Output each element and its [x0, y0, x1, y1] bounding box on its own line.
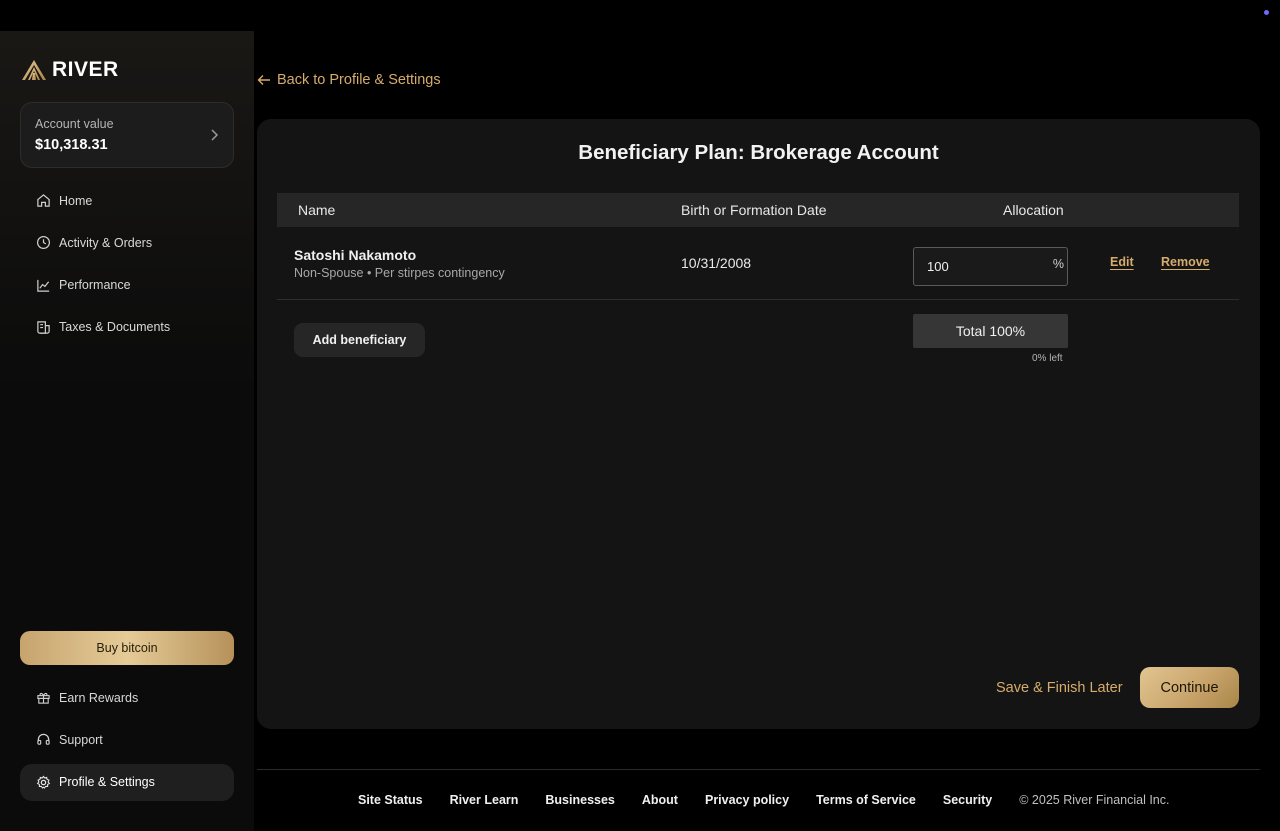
nav-item-performance[interactable]: Performance — [20, 267, 234, 304]
beneficiary-details: Non-Spouse • Per stirpes contingency — [294, 266, 505, 280]
chevron-right-icon — [211, 129, 219, 141]
column-header-allocation: Allocation — [1003, 202, 1064, 218]
page-title: Beneficiary Plan: Brokerage Account — [578, 141, 939, 164]
column-header-name: Name — [298, 202, 336, 218]
nav-item-activity[interactable]: Activity & Orders — [20, 224, 234, 261]
footer: Site Status River Learn Businesses About… — [358, 793, 1170, 807]
sidebar: RIVER Account value $10,318.31 Home Acti… — [0, 31, 254, 831]
table-header: Name Birth or Formation Date Allocation — [277, 193, 1239, 227]
buy-bitcoin-button[interactable]: Buy bitcoin — [20, 631, 234, 665]
nav-item-label: Earn Rewards — [59, 690, 139, 705]
add-beneficiary-button[interactable]: Add beneficiary — [294, 323, 425, 357]
continue-button[interactable]: Continue — [1140, 667, 1239, 708]
footer-divider — [257, 769, 1260, 770]
home-icon — [35, 193, 51, 209]
beneficiary-name: Satoshi Nakamoto — [294, 247, 417, 263]
nav-item-label: Activity & Orders — [59, 235, 153, 250]
nav-item-earn-rewards[interactable]: Earn Rewards — [20, 679, 234, 716]
main-nav: Home Activity & Orders Performance Taxes… — [20, 182, 234, 351]
account-value-label: Account value — [35, 117, 114, 131]
clock-icon — [35, 235, 51, 251]
back-link-label: Back to Profile & Settings — [277, 72, 441, 88]
back-to-profile-link[interactable]: Back to Profile & Settings — [257, 72, 441, 88]
percent-sign: % — [1052, 257, 1064, 271]
edit-beneficiary-link[interactable]: Edit — [1110, 255, 1134, 269]
footer-link-site-status[interactable]: Site Status — [358, 793, 423, 807]
footer-link-businesses[interactable]: Businesses — [545, 793, 614, 807]
main-content: Back to Profile & Settings Beneficiary P… — [257, 31, 1260, 831]
river-logo-icon — [22, 60, 46, 80]
brand-name: RIVER — [52, 58, 119, 81]
save-finish-later-button[interactable]: Save & Finish Later — [996, 680, 1123, 696]
nav-item-label: Profile & Settings — [59, 775, 155, 790]
column-header-date: Birth or Formation Date — [681, 202, 827, 218]
allocation-total: Total 100% — [913, 314, 1068, 348]
secondary-nav: Earn Rewards Support Profile & Settings — [20, 679, 234, 806]
remove-beneficiary-link[interactable]: Remove — [1161, 255, 1210, 269]
allocation-remaining: 0% left — [1032, 353, 1063, 364]
footer-link-river-learn[interactable]: River Learn — [450, 793, 519, 807]
nav-item-taxes[interactable]: Taxes & Documents — [20, 309, 234, 346]
nav-item-profile-settings[interactable]: Profile & Settings — [20, 763, 234, 801]
chart-icon — [35, 277, 51, 293]
nav-item-label: Home — [59, 193, 93, 208]
arrow-left-icon — [257, 75, 270, 85]
beneficiary-date: 10/31/2008 — [681, 255, 752, 271]
nav-item-support[interactable]: Support — [20, 721, 234, 758]
footer-link-terms-of-service[interactable]: Terms of Service — [816, 793, 916, 807]
window-top-bar — [0, 0, 1280, 31]
allocation-input[interactable] — [914, 248, 1049, 285]
brand-logo[interactable]: RIVER — [21, 58, 119, 82]
gift-icon — [35, 690, 51, 706]
nav-item-label: Support — [59, 732, 103, 747]
nav-item-home[interactable]: Home — [20, 182, 234, 219]
nav-item-label: Performance — [59, 278, 131, 293]
account-value-card[interactable]: Account value $10,318.31 — [20, 102, 234, 168]
document-icon — [35, 319, 51, 335]
table-row: Satoshi Nakamoto Non-Spouse • Per stirpe… — [277, 227, 1239, 300]
beneficiary-plan-panel: Beneficiary Plan: Brokerage Account Name… — [257, 119, 1260, 729]
footer-link-about[interactable]: About — [642, 793, 678, 807]
footer-link-security[interactable]: Security — [943, 793, 992, 807]
copyright-text: © 2025 River Financial Inc. — [1019, 793, 1170, 807]
gear-icon — [35, 774, 51, 790]
footer-link-privacy-policy[interactable]: Privacy policy — [705, 793, 789, 807]
headset-icon — [35, 732, 51, 748]
account-value-amount: $10,318.31 — [35, 137, 108, 153]
allocation-field: % — [913, 247, 1068, 286]
status-dot — [1264, 10, 1269, 15]
nav-item-label: Taxes & Documents — [59, 320, 171, 335]
